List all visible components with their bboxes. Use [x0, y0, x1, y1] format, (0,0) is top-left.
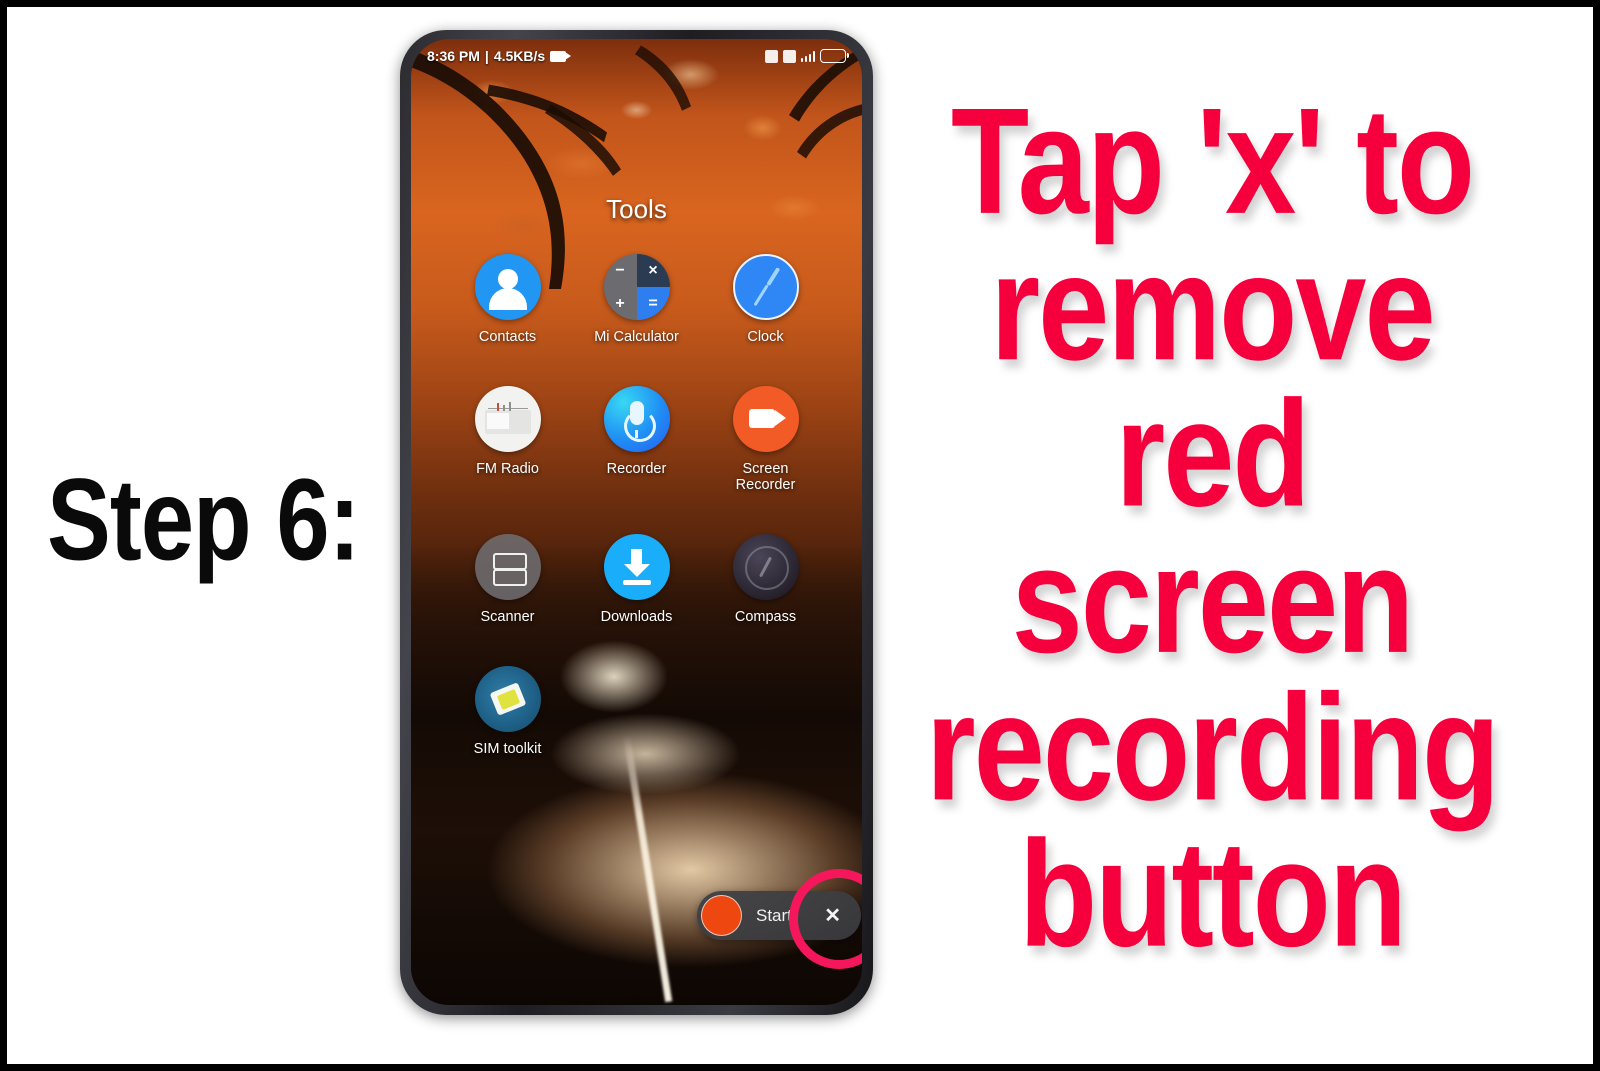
clock-hand-hour: [753, 284, 769, 307]
headline-line-1: Tap 'x' to: [950, 77, 1475, 246]
app-label: FM Radio: [476, 460, 539, 477]
status-bar-right: [764, 49, 849, 63]
app-label: SIM toolkit: [473, 740, 542, 757]
calculator-times-glyph: ×: [636, 254, 670, 287]
step-caption: Step 6:: [47, 455, 360, 586]
microphone-arc: [623, 409, 656, 442]
headline-line-6: button: [1019, 809, 1407, 979]
calculator-equals-glyph: =: [636, 287, 670, 320]
app-screen-recorder[interactable]: Screen Recorder: [701, 385, 830, 494]
sim-square-icon: [782, 49, 796, 63]
contacts-icon[interactable]: [474, 254, 541, 320]
app-label: Mi Calculator: [594, 329, 679, 345]
folder-title: Tools: [606, 194, 667, 224]
camcorder-body: [748, 408, 775, 428]
headline-line-4: screen: [1011, 516, 1415, 686]
status-bar: 8:36 PM | 4.5KB/s: [411, 39, 862, 73]
app-label: Recorder: [606, 460, 667, 477]
status-network-speed: 4.5KB/s: [493, 48, 546, 64]
record-dot-button[interactable]: [701, 895, 742, 936]
poster-canvas: Step 6: Tap 'x' to remove red screen rec…: [7, 7, 1593, 1064]
camcorder-lens: [774, 409, 786, 426]
app-label: Contacts: [478, 329, 537, 345]
battery-icon: [820, 49, 849, 63]
app-clock[interactable]: Clock: [701, 254, 830, 346]
calculator-plus-glyph: +: [603, 287, 637, 320]
app-label: Screen Recorder: [735, 460, 796, 494]
phone-mockup: 8:36 PM | 4.5KB/s Tools Contacts − × + =…: [400, 30, 873, 1015]
download-arrow-shaft: [631, 549, 642, 566]
app-downloads[interactable]: Downloads: [572, 534, 701, 626]
compass-icon[interactable]: [732, 534, 799, 601]
contacts-icon-body: [488, 288, 527, 310]
fm-radio-icon[interactable]: [474, 385, 541, 452]
notification-square-icon: [764, 49, 778, 63]
microphone-icon[interactable]: [603, 385, 670, 452]
fm-radio-tick-a: [502, 404, 505, 411]
status-time: 8:36 PM: [427, 48, 480, 64]
sim-card-icon[interactable]: [474, 665, 541, 732]
fm-radio-tuner-red: [496, 402, 499, 411]
headline-line-2: remove: [990, 223, 1435, 393]
scanner-bar-top: [492, 553, 527, 571]
headline-line-5: recording: [925, 663, 1500, 832]
scanner-icon[interactable]: [474, 534, 541, 601]
app-grid: Contacts − × + = Mi Calculator Clock FM …: [443, 254, 830, 757]
download-icon[interactable]: [603, 534, 670, 601]
screen-recording-icon: [550, 50, 572, 62]
status-bar-left: 8:36 PM | 4.5KB/s: [427, 48, 572, 64]
scanner-bar-bottom: [492, 569, 527, 587]
app-label: Clock: [747, 329, 784, 345]
app-fm-radio[interactable]: FM Radio: [443, 385, 572, 494]
signal-bars-icon: [800, 50, 815, 62]
app-recorder[interactable]: Recorder: [572, 385, 701, 494]
app-compass[interactable]: Compass: [701, 534, 830, 626]
app-contacts[interactable]: Contacts: [443, 254, 572, 346]
status-separator: |: [484, 48, 489, 64]
contacts-icon-head: [497, 269, 518, 289]
app-label: Downloads: [600, 609, 673, 626]
download-arrow-base: [622, 580, 651, 586]
instruction-headline: Tap 'x' to remove red screen recording b…: [912, 77, 1512, 979]
app-label: Scanner: [480, 609, 535, 626]
fm-radio-tick-b: [508, 401, 511, 411]
app-scanner[interactable]: Scanner: [443, 534, 572, 626]
app-label: Compass: [734, 609, 797, 626]
clock-hand-minute: [765, 267, 780, 286]
download-arrow-tip: [623, 564, 650, 578]
image-border-frame: Step 6: Tap 'x' to remove red screen rec…: [0, 0, 1600, 1071]
clock-icon[interactable]: [732, 254, 799, 320]
screen-recorder-icon[interactable]: [732, 385, 799, 452]
fm-radio-dial-line: [487, 407, 528, 410]
calculator-minus-glyph: −: [603, 254, 637, 287]
microphone-stem: [635, 429, 638, 438]
app-sim-toolkit[interactable]: SIM toolkit: [443, 665, 572, 758]
headline-line-3: red: [1115, 370, 1310, 539]
fm-radio-panel: [486, 412, 509, 429]
phone-screen: 8:36 PM | 4.5KB/s Tools Contacts − × + =…: [411, 39, 862, 1005]
app-mi-calculator[interactable]: − × + = Mi Calculator: [572, 254, 701, 346]
calculator-icon[interactable]: − × + =: [603, 254, 670, 320]
